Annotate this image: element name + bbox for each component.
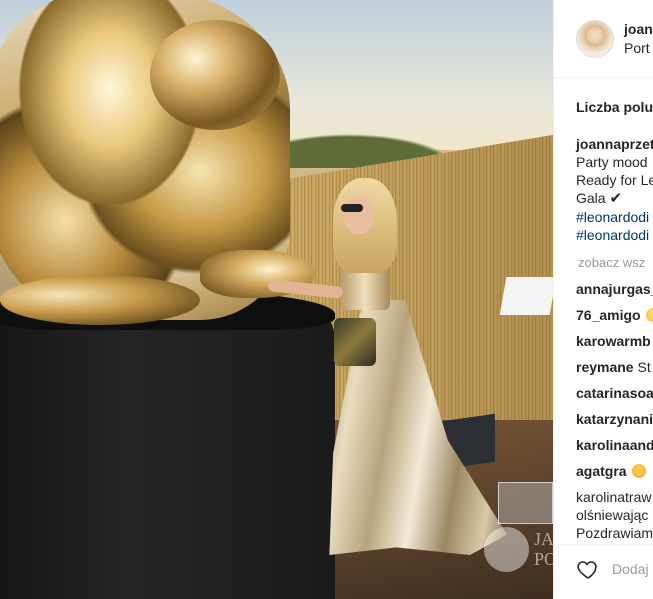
comment-text: St [637, 359, 651, 375]
comment-username[interactable]: katarzynani [576, 411, 653, 427]
avatar[interactable] [576, 20, 614, 58]
woman-face [344, 196, 374, 234]
comment-username[interactable]: karowarmb [576, 333, 651, 349]
watermark-text: JA PO [534, 529, 553, 569]
post-photo[interactable]: JA PO [0, 0, 553, 599]
smiling-face-emoji-icon [646, 308, 653, 322]
caption-line: Ready for Le [576, 172, 653, 188]
check-mark-icon: ✔ [609, 190, 623, 207]
sign-easel [499, 277, 553, 315]
sculpture-pedestal [0, 300, 335, 599]
heart-outline-icon[interactable] [576, 557, 600, 581]
comment: 76_amigo [576, 306, 653, 332]
post-header: joann Port [554, 0, 653, 78]
comment: karolinaand [576, 436, 653, 462]
hashtag-link[interactable]: #leonardodi [576, 226, 653, 244]
comment-username[interactable]: karolinaand [576, 437, 653, 453]
username-link[interactable]: joann [624, 21, 653, 37]
sculpture-feet [0, 275, 200, 325]
post-sidebar: joann Port Liczba polul joannaprzet Part… [553, 0, 653, 599]
comment: karolinatraw olśniewając Pozdrawiam [576, 488, 653, 542]
handbag [334, 318, 376, 366]
comment-text: Pozdrawiam [576, 525, 653, 541]
comment-username[interactable]: catarinasoa [576, 385, 653, 401]
hashtag-link[interactable]: #leonardodi [576, 208, 653, 226]
comment-text: olśniewając [576, 507, 649, 523]
comment: karowarmb [576, 332, 653, 358]
comment: catarinasoa [576, 384, 653, 410]
add-comment-input[interactable]: Dodaj [612, 561, 649, 577]
comment: agatgra [576, 462, 653, 488]
comment: annajurgas_ [576, 280, 653, 306]
caption-line: Gala ✔ [576, 189, 653, 208]
glass-panel [498, 482, 553, 524]
sculpture-head [150, 20, 280, 130]
comments-list: annajurgas_ 76_amigo karowarmb reymane S… [576, 280, 653, 542]
location-link[interactable]: Port [624, 40, 650, 56]
comment: katarzynani [576, 410, 653, 436]
see-all-comments-link[interactable]: zobacz wsz [578, 255, 645, 270]
watermark-logo: JA PO [484, 527, 553, 572]
sunglasses [341, 204, 363, 212]
post-caption: joannaprzet Party mood Ready for Le Gala… [576, 135, 653, 244]
comment-username[interactable]: 76_amigo [576, 307, 641, 323]
watermark-bird-icon [484, 527, 529, 572]
post-actions: Dodaj [554, 544, 653, 599]
caption-author[interactable]: joannaprzet [576, 135, 653, 153]
comment-username[interactable]: reymane [576, 359, 634, 375]
comment-username[interactable]: karolinatraw [576, 488, 653, 506]
likes-count[interactable]: Liczba polul [576, 99, 653, 115]
caption-text: Gala [576, 190, 606, 206]
comment: reymane St [576, 358, 653, 384]
comment-username[interactable]: agatgra [576, 463, 627, 479]
heart-eyes-emoji-icon [632, 464, 647, 478]
comment-username[interactable]: annajurgas_ [576, 281, 653, 297]
caption-line: Party mood [576, 154, 648, 170]
